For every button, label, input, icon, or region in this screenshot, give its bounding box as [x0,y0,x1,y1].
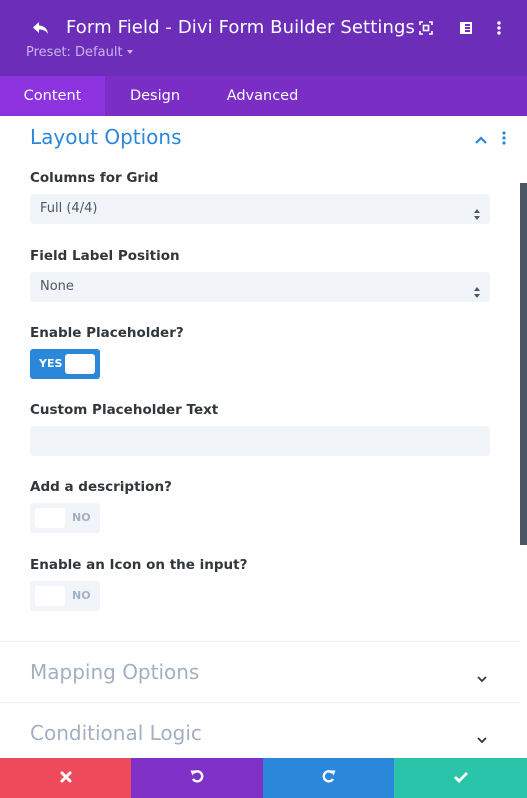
undo-button[interactable] [131,758,263,798]
columns-for-grid-value: Full (4/4) [40,201,98,216]
chevron-down-icon[interactable] [476,668,488,683]
field-label-position-label: Field Label Position [30,248,180,264]
modal-title: Form Field - Divi Form Builder Settings [66,17,415,38]
enable-icon-label: Enable an Icon on the input? [30,557,248,573]
preset-dropdown[interactable]: Preset: Default [26,45,133,60]
tab-advanced[interactable]: Advanced [205,76,320,116]
custom-placeholder-text-label: Custom Placeholder Text [30,402,219,418]
tab-content[interactable]: Content [0,76,105,116]
fullscreen-icon[interactable] [416,18,436,38]
chevron-up-icon[interactable] [474,131,488,144]
field-label-position-select[interactable]: None [30,272,490,302]
modal-footer [0,758,527,798]
section-divider [0,702,520,703]
select-arrows-icon [474,203,480,220]
back-arrow-icon[interactable] [30,17,52,39]
preset-label: Preset: Default [26,45,123,60]
enable-placeholder-toggle[interactable]: YES [30,349,100,379]
scrollbar-thumb[interactable] [520,183,527,545]
section-title-layout-options[interactable]: Layout Options [30,125,182,149]
check-icon [453,769,469,788]
chevron-down-icon[interactable] [476,729,488,744]
redo-button[interactable] [263,758,394,798]
enable-icon-toggle[interactable]: NO [30,581,100,611]
enable-placeholder-label: Enable Placeholder? [30,325,184,341]
columns-for-grid-label: Columns for Grid [30,170,159,186]
select-arrows-icon [474,281,480,298]
caret-down-icon [126,49,133,54]
section-title-mapping-options[interactable]: Mapping Options [30,660,199,684]
toggle-state-label: NO [72,511,91,524]
section-menu-icon[interactable] [500,130,508,146]
add-description-label: Add a description? [30,479,172,495]
toggle-knob [65,354,95,374]
section-divider [0,641,520,642]
toggle-knob [35,508,65,528]
sidebar-layout-icon[interactable] [456,18,476,38]
undo-icon [189,768,205,788]
settings-tabs: Content Design Advanced [0,76,527,116]
section-title-conditional-logic[interactable]: Conditional Logic [30,721,202,745]
field-label-position-value: None [40,279,74,294]
tab-design[interactable]: Design [105,76,205,116]
toggle-knob [35,586,65,606]
discard-button[interactable] [0,758,131,798]
more-vertical-icon[interactable] [489,18,509,38]
toggle-state-label: YES [39,357,63,370]
modal-header: Form Field - Divi Form Builder Settings … [0,0,527,76]
toggle-state-label: NO [72,589,91,602]
close-icon [59,769,73,788]
add-description-toggle[interactable]: NO [30,503,100,533]
save-button[interactable] [394,758,527,798]
redo-icon [321,768,337,788]
custom-placeholder-text-input[interactable] [30,426,490,456]
columns-for-grid-select[interactable]: Full (4/4) [30,194,490,224]
